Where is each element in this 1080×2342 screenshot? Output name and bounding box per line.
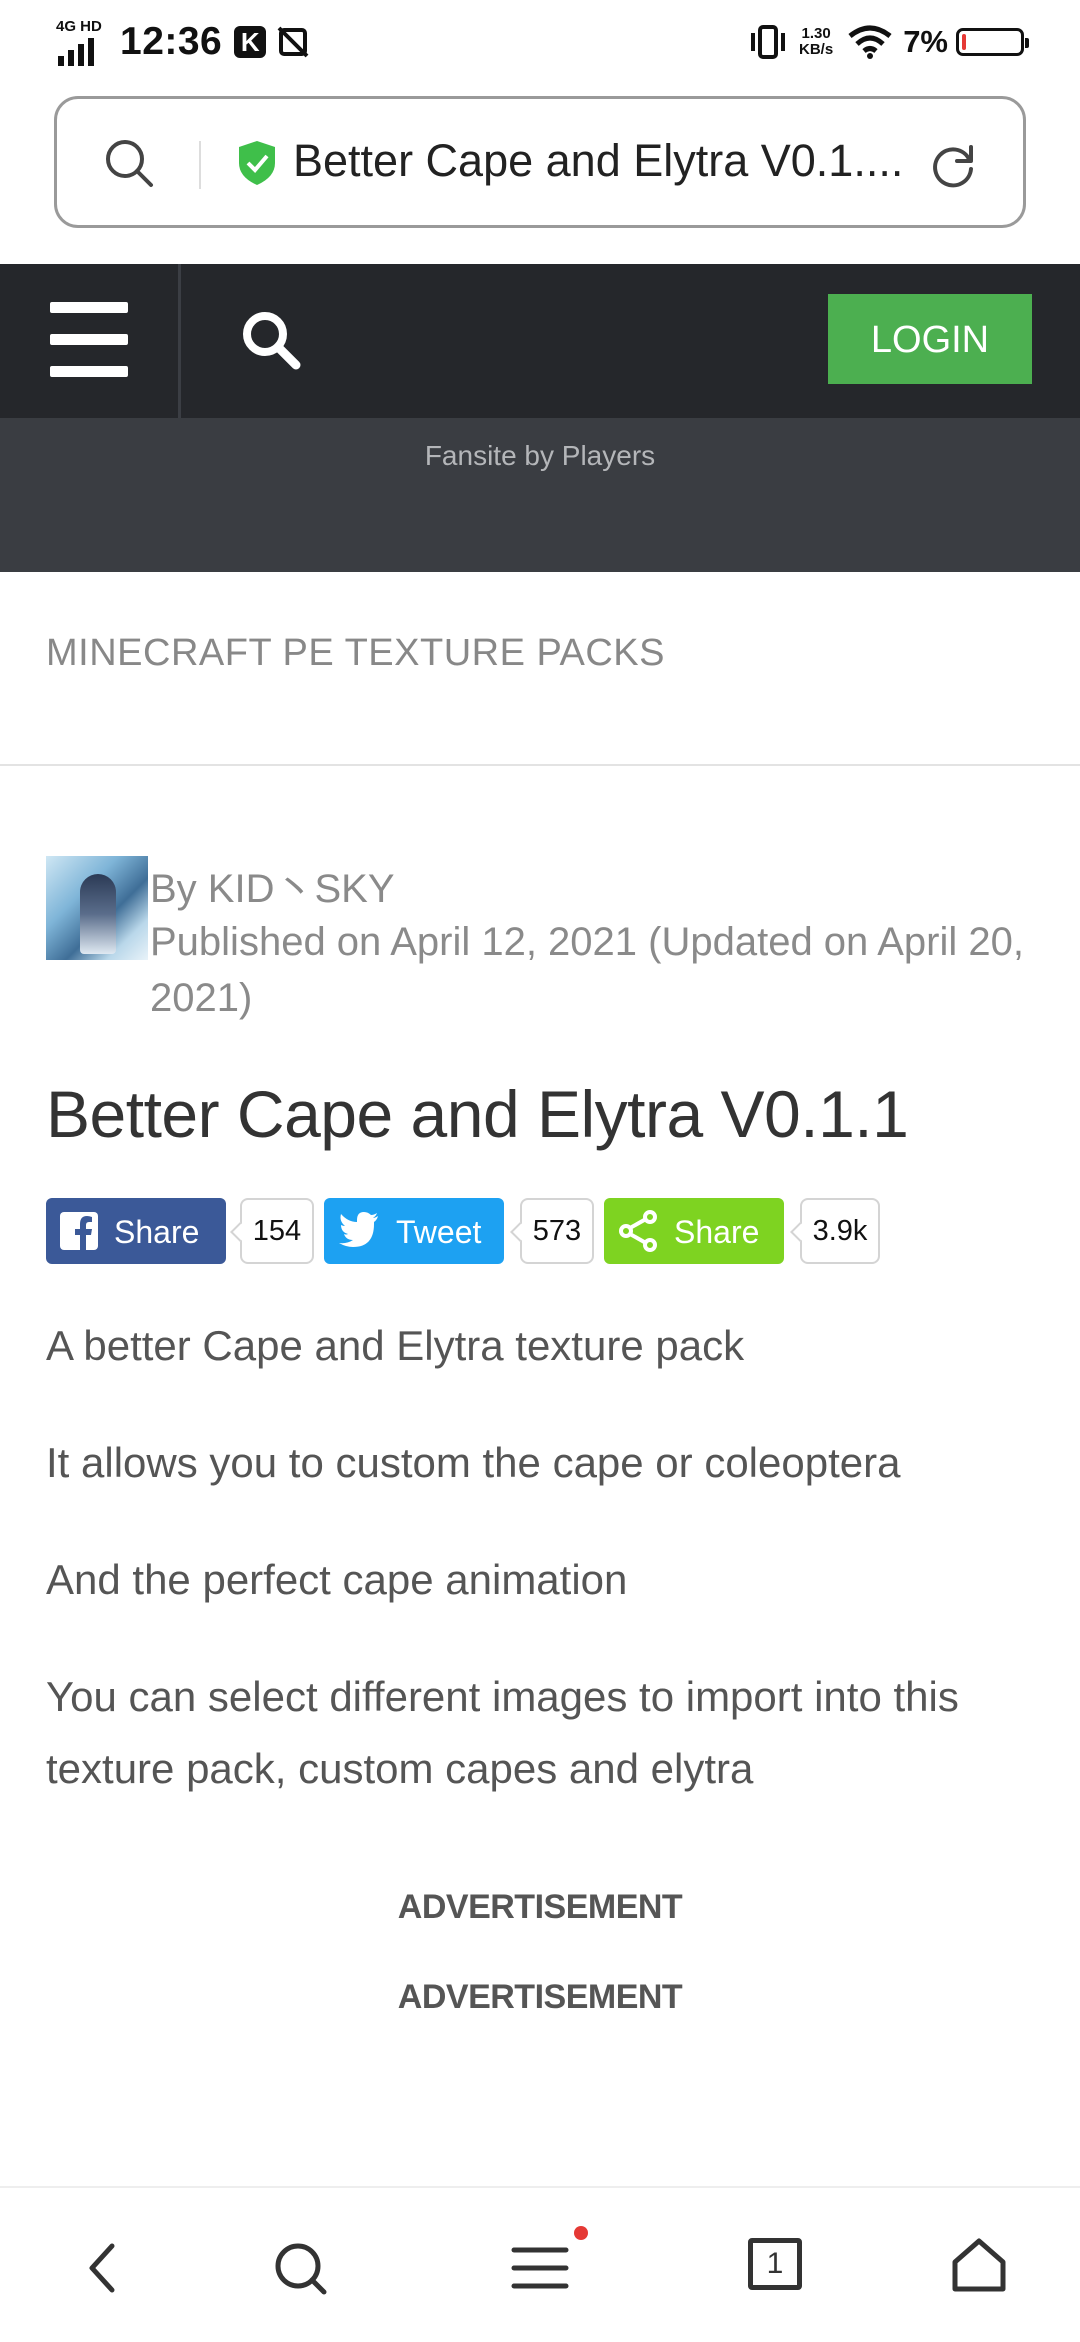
- article-title: Better Cape and Elytra V0.1.1: [46, 1077, 909, 1151]
- tab-count: 1: [766, 2247, 784, 2280]
- reload-icon[interactable]: [927, 139, 979, 191]
- battery-percent: 7%: [903, 24, 948, 59]
- battery-icon: [956, 28, 1029, 56]
- menu-icon[interactable]: [510, 2240, 570, 2296]
- site-header: LOGIN: [0, 264, 1080, 418]
- fansite-banner: Fansite by Players: [0, 418, 1080, 572]
- site-search-icon[interactable]: [240, 309, 302, 371]
- avatar-figure: [80, 874, 116, 954]
- silent-mode-icon: [277, 26, 309, 58]
- login-button[interactable]: LOGIN: [828, 294, 1032, 384]
- generic-share-button[interactable]: Share: [604, 1198, 784, 1264]
- signal-icon: [58, 38, 94, 66]
- twitter-tweet-label: Tweet: [396, 1214, 482, 1250]
- article-paragraph: A better Cape and Elytra texture pack: [46, 1322, 745, 1369]
- facebook-share-button[interactable]: Share: [46, 1198, 226, 1264]
- k-app-icon: K: [234, 26, 267, 58]
- speed-value: 1.30: [801, 25, 831, 42]
- network-type: 4G HD: [56, 18, 102, 35]
- wifi-icon: [848, 25, 892, 59]
- site-tagline: Fansite by Players: [424, 440, 656, 471]
- network-speed: 1.30 KB/s: [799, 26, 833, 58]
- twitter-tweet-button[interactable]: Tweet: [324, 1198, 504, 1264]
- twitter-bird-icon: [339, 1212, 378, 1247]
- search-icon[interactable]: [103, 137, 155, 189]
- twitter-share-count: 573: [520, 1198, 594, 1264]
- clock: 12:36: [120, 20, 223, 63]
- battery-level: [962, 34, 966, 50]
- hamburger-menu-icon[interactable]: [0, 264, 181, 418]
- notification-dot: [574, 2226, 588, 2240]
- status-right: 1.30 KB/s 7%: [747, 14, 1029, 70]
- avatar[interactable]: [46, 856, 148, 960]
- publish-date: Published on April 12, 2021 (Updated on …: [150, 920, 1024, 1020]
- search-nav-icon[interactable]: [272, 2240, 330, 2298]
- speed-unit: KB/s: [799, 41, 834, 58]
- status-bar: 4G HD 12:36 K 1.30 KB/s 7%: [0, 0, 1080, 84]
- status-left: 4G HD 12:36 K: [56, 14, 310, 70]
- home-icon[interactable]: [950, 2236, 1008, 2294]
- article-paragraph: And the perfect cape animation: [46, 1556, 628, 1603]
- share-icon: [619, 1210, 657, 1252]
- vibrate-icon: [751, 25, 785, 59]
- article-paragraph: It allows you to custom the cape or cole…: [46, 1439, 901, 1486]
- back-icon[interactable]: [80, 2240, 126, 2296]
- generic-share-label: Share: [674, 1214, 760, 1250]
- facebook-share-label: Share: [114, 1214, 200, 1250]
- tabs-button[interactable]: 1: [748, 2238, 802, 2290]
- article-paragraph: You can select different images to impor…: [46, 1673, 959, 1792]
- facebook-share-count: 154: [240, 1198, 314, 1264]
- browser-bottom-nav: 1: [0, 2186, 1080, 2342]
- address-bar[interactable]: Better Cape and Elytra V0.1....: [54, 96, 1026, 228]
- author-byline[interactable]: By KID丶SKY: [150, 856, 395, 914]
- advertisement-label: ADVERTISEMENT: [397, 1888, 683, 1926]
- generic-share-count: 3.9k: [800, 1198, 880, 1264]
- divider: [0, 764, 1080, 766]
- address-divider: [199, 141, 201, 189]
- breadcrumb[interactable]: MINECRAFT PE TEXTURE PACKS: [46, 632, 665, 675]
- page-url-title[interactable]: Better Cape and Elytra V0.1....: [293, 135, 953, 187]
- advertisement-label: ADVERTISEMENT: [397, 1978, 683, 2016]
- secure-shield-icon: [239, 141, 275, 185]
- facebook-icon: [60, 1212, 98, 1250]
